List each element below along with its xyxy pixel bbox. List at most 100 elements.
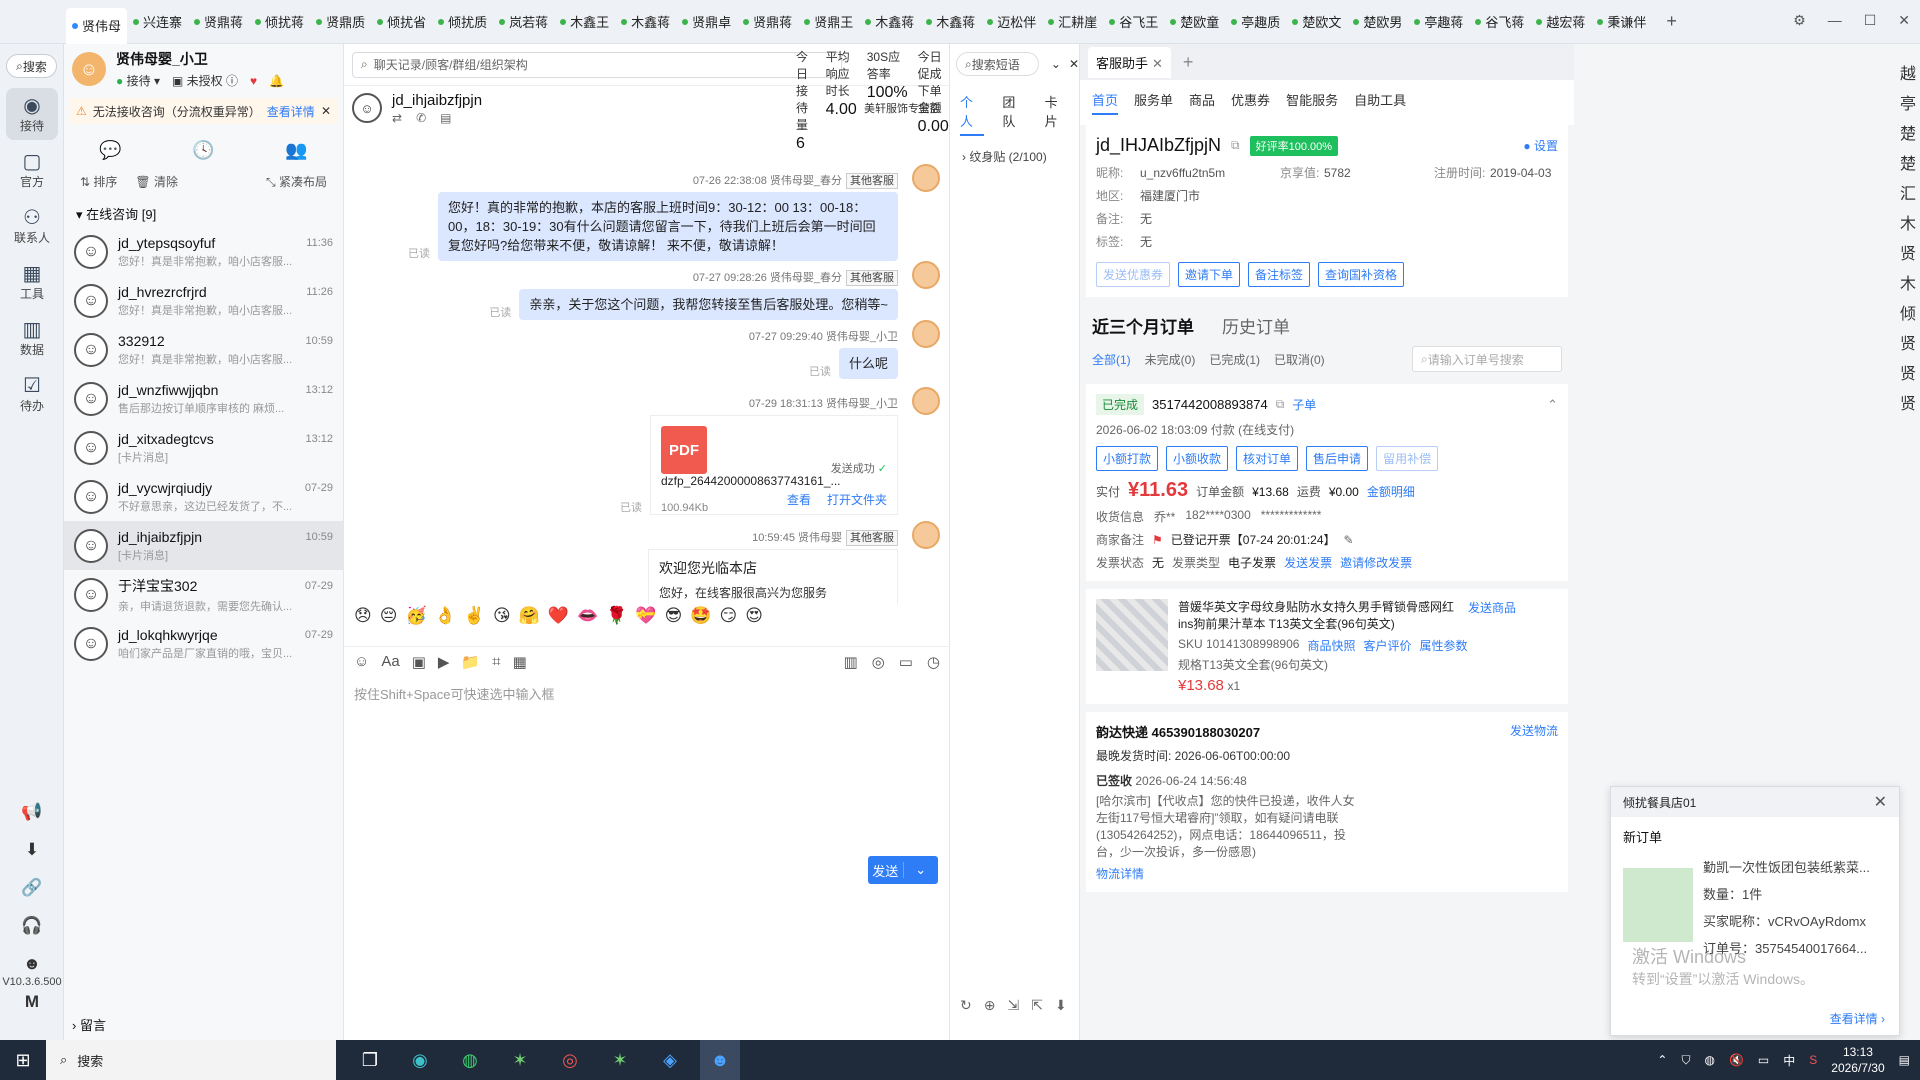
shop-tab[interactable]: 越宏蒋 [1530, 7, 1591, 37]
chat-search-input[interactable]: ⌕ 聊天记录/顾客/群组/组织架构 [352, 51, 842, 78]
tray-network-icon[interactable]: ▭ [1758, 1053, 1769, 1067]
download-icon[interactable]: ⬇ [25, 840, 39, 860]
tray-wechat-icon[interactable]: ◍ [1704, 1053, 1714, 1067]
collapse-icon[interactable]: ⌄ [1051, 57, 1061, 71]
emoji-icon[interactable]: ☺ [354, 653, 369, 670]
goods-link[interactable]: 属性参数 [1419, 637, 1467, 654]
app-red-icon[interactable]: ◎ [550, 1040, 590, 1080]
my-avatar[interactable]: ☺ [72, 52, 106, 86]
copy-icon[interactable]: ⧉ [1231, 138, 1240, 153]
shop-tab[interactable]: 贤鼎蒋 [188, 7, 249, 37]
m-logo-icon[interactable]: M [25, 992, 39, 1012]
file-message-card[interactable]: PDF dzfp_26442000008637743161_... 100.94Kb… [650, 415, 898, 515]
group-icon[interactable]: 👥 [285, 140, 307, 161]
goods-thumbnail[interactable] [1096, 599, 1168, 671]
phrase-search-input[interactable]: ⌕ 搜索短语 [956, 52, 1039, 76]
conversation-item[interactable]: ☺ 332912 您好！真是非常抱歉，咱小店客服... 10:59 [64, 325, 343, 374]
open-folder-link[interactable]: 打开文件夹 [827, 491, 887, 508]
task-view-icon[interactable]: ❐ [350, 1040, 390, 1080]
quick-emoji-icon[interactable]: 😔 [380, 606, 398, 626]
shop-tab[interactable]: 秉谦伴 [1591, 7, 1652, 37]
comment-icon[interactable]: ▭ [899, 653, 913, 671]
shop-tab[interactable]: 贤鼎卓 [676, 7, 737, 37]
order-filter-tab[interactable]: 已完成(1) [1209, 351, 1260, 368]
jd-chat-app-icon[interactable]: ☻ [700, 1040, 740, 1080]
quick-emoji-icon[interactable]: 🤗 [519, 606, 540, 626]
video-icon[interactable]: ▶ [438, 653, 450, 671]
bell-icon[interactable]: 🔔 [269, 74, 284, 88]
status-dropdown[interactable]: ● 接待 ▾ [116, 72, 160, 89]
welcome-card[interactable]: 欢迎您光临本店 您好，在线客服很高兴为您服务 [648, 549, 898, 604]
shop-tab[interactable]: 木鑫蒋 [615, 7, 676, 37]
wechat-icon[interactable]: ◍ [450, 1040, 490, 1080]
quick-emoji-icon[interactable]: 😎 [665, 606, 683, 626]
conversation-item[interactable]: ☺ jd_ihjaibzfjpjn [卡片消息] 10:59 [64, 521, 343, 570]
assistant-tab[interactable]: 客服助手 ✕ [1088, 46, 1171, 78]
shop-tab[interactable]: 迈松伴 [981, 7, 1042, 37]
robot-icon[interactable]: ☻ [23, 954, 41, 974]
settings-link[interactable]: ● 设置 [1523, 137, 1558, 154]
quick-emoji-icon[interactable]: ❤️ [548, 606, 569, 626]
send-options-icon[interactable]: ⌄ [902, 862, 939, 878]
amount-detail-link[interactable]: 金额明细 [1367, 483, 1415, 500]
phrase-tab[interactable]: 卡片 [1045, 92, 1069, 136]
quick-emoji-icon[interactable]: 👄 [577, 606, 598, 626]
notification-center-icon[interactable]: ▤ [1899, 1053, 1910, 1067]
close-phrase-icon[interactable]: ✕ [1069, 57, 1079, 71]
shop-tab[interactable]: 岚若蒋 [493, 7, 554, 37]
screenshot-icon[interactable]: ⌗ [492, 653, 500, 670]
export-icon[interactable]: ⇱ [1031, 997, 1043, 1014]
history-doc-icon[interactable]: ▥ [843, 653, 857, 671]
assistant-nav-item[interactable]: 首页 [1092, 90, 1119, 115]
quick-emoji-icon[interactable]: 😞 [354, 606, 372, 626]
shop-tab[interactable]: 倾扰蒋 [249, 7, 310, 37]
shop-tab[interactable]: 贤鼎蒋 [737, 7, 798, 37]
quick-emoji-icon[interactable]: ✌️ [464, 606, 485, 626]
shop-tab[interactable]: 兴连寨 [127, 7, 188, 37]
tray-volume-icon[interactable]: 🔇 [1729, 1053, 1744, 1067]
headset-icon[interactable]: 🎧 [21, 916, 42, 936]
shop-tab[interactable]: 谷飞蒋 [1469, 7, 1530, 37]
add-tab-icon[interactable]: + [1666, 11, 1677, 32]
conversation-item[interactable]: ☺ jd_ytepsqsoyfuf 您好！真是非常抱歉，咱小店客服... 11:36 [64, 227, 343, 276]
shop-tab[interactable]: 贤鼎质 [310, 7, 371, 37]
order-action-button[interactable]: 售后申请 [1306, 446, 1369, 471]
send-logistics-link[interactable]: 发送物流 [1510, 722, 1558, 741]
link-icon[interactable]: 🔗 [21, 878, 42, 898]
conversation-item[interactable]: ☺ jd_lokqhkwyrjqe 咱们家产品是厂家直销的哦，宝贝... 07-29 [64, 619, 343, 668]
close-notify-icon[interactable]: ✕ [1874, 792, 1887, 812]
shop-tab[interactable]: 谷飞王 [1103, 7, 1164, 37]
shop-tab[interactable]: 楚欧童 [1164, 7, 1225, 37]
quick-emoji-icon[interactable]: 😏 [719, 606, 737, 626]
transfer-icon[interactable]: ⇄ [392, 111, 402, 125]
import-icon[interactable]: ⇲ [1007, 997, 1019, 1014]
compact-layout-button[interactable]: ⤡ 紧凑布局 [266, 173, 327, 190]
shop-tab[interactable]: 木鑫王 [554, 7, 615, 37]
assistant-nav-item[interactable]: 自助工具 [1354, 90, 1406, 115]
shop-tab[interactable]: 木鑫蒋 [859, 7, 920, 37]
copy-order-icon[interactable]: ⧉ [1276, 397, 1285, 412]
warning-detail-link[interactable]: 查看详情 [267, 103, 315, 120]
conversation-item[interactable]: ☺ jd_hvrezrcfrjrd 您好！真是非常抱歉，咱小店客服... 11:26 [64, 276, 343, 325]
font-icon[interactable]: Aa [381, 653, 399, 670]
online-group-title[interactable]: ▾ 在线咨询 [9] [64, 194, 343, 227]
view-file-link[interactable]: 查看 [787, 491, 811, 508]
heart-icon[interactable]: ♥ [250, 74, 257, 88]
taskbar-search[interactable]: ⌕ 搜索 [46, 1040, 336, 1080]
goods-link[interactable]: 商品快照 [1307, 637, 1355, 654]
quick-emoji-icon[interactable]: 👌 [435, 606, 456, 626]
shop-tab[interactable]: 亭趣质 [1225, 7, 1286, 37]
add-phrase-icon[interactable]: ⊕ [984, 997, 996, 1014]
goods-name[interactable]: 普媛华英文字母纹身贴防水女持久男手臂锁骨感网红ins狗前果汁草本 T13英文全套… [1178, 599, 1458, 633]
assistant-nav-item[interactable]: 商品 [1189, 90, 1215, 115]
calendar-icon[interactable]: ▦ [513, 653, 527, 671]
quick-emoji-icon[interactable]: 🤩 [690, 606, 711, 626]
minimize-icon[interactable]: — [1828, 12, 1842, 29]
send-button[interactable]: 发送 ⌄ [868, 856, 938, 884]
phrase-group-item[interactable]: › 纹身贴 (2/100) [950, 144, 1079, 169]
sort-button[interactable]: ⇅ 排序 [80, 173, 117, 190]
image-icon[interactable]: ▣ [412, 653, 426, 671]
announce-icon[interactable]: 📢 [21, 802, 42, 822]
tray-app-icon[interactable]: S [1809, 1053, 1817, 1067]
customer-action-button[interactable]: 备注标签 [1248, 262, 1311, 287]
